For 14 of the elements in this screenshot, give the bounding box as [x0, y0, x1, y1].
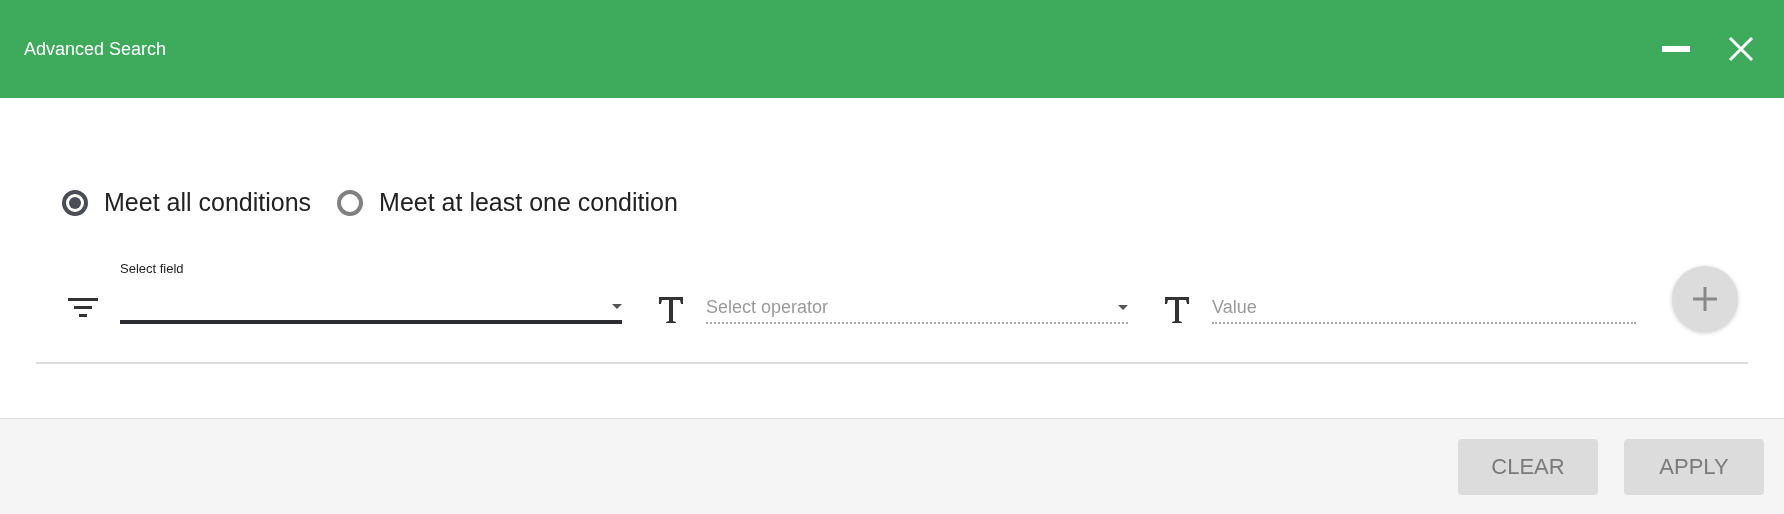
filter-icon	[68, 298, 98, 318]
radio-button[interactable]	[62, 189, 88, 216]
radio-button[interactable]	[337, 189, 364, 216]
plus-icon	[1693, 287, 1717, 311]
radio-label: Meet at least one condition	[379, 188, 678, 217]
window-title: Advanced Search	[24, 38, 168, 60]
text-type-icon	[1164, 296, 1190, 324]
dropdown-caret-icon	[612, 303, 622, 309]
radio-label: Meet all conditions	[104, 188, 312, 217]
field-label: Select field	[120, 261, 185, 276]
close-icon	[1728, 36, 1754, 62]
dropdown-caret-icon	[1118, 304, 1128, 310]
minimize-icon	[1662, 46, 1690, 52]
text-type-icon	[658, 296, 684, 324]
